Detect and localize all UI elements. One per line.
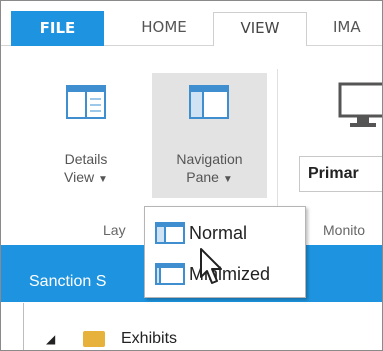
monitor-group-label: Monito bbox=[323, 222, 366, 238]
tab-home[interactable]: HOME bbox=[119, 12, 209, 44]
tab-view[interactable]: VIEW bbox=[213, 12, 307, 47]
ribbon-tabbar: FILE HOME VIEW IMA bbox=[1, 1, 382, 47]
chevron-down-icon: ▼ bbox=[222, 174, 233, 185]
menu-item-normal-label: Normal bbox=[189, 223, 248, 243]
navigation-pane-icon bbox=[189, 85, 229, 119]
monitor-select[interactable]: Primar bbox=[299, 156, 382, 192]
mouse-pointer-icon bbox=[200, 248, 222, 284]
menu-item-normal[interactable]: Normal bbox=[149, 215, 299, 251]
folder-icon bbox=[83, 331, 105, 347]
navigation-pane-label-2: Pane bbox=[186, 169, 219, 185]
panel-title: Sanction S bbox=[29, 273, 107, 290]
details-view-label-1: Details bbox=[64, 151, 108, 167]
app-window: FILE HOME VIEW IMA Details View ▼ Naviga… bbox=[0, 0, 383, 351]
navigation-pane-label-1: Navigation bbox=[176, 151, 243, 167]
details-view-icon bbox=[66, 85, 106, 119]
navigation-pane-button[interactable]: Navigation Pane ▼ bbox=[152, 73, 267, 198]
tree-panel bbox=[1, 303, 382, 350]
details-view-label-2: View bbox=[64, 169, 95, 185]
tab-image[interactable]: IMA bbox=[333, 12, 382, 44]
monitor-icon bbox=[338, 82, 382, 127]
pane-minimized-icon bbox=[155, 263, 185, 285]
tab-file[interactable]: FILE bbox=[11, 11, 104, 47]
expand-arrow-icon[interactable]: ◢ bbox=[46, 332, 55, 346]
chevron-down-icon: ▼ bbox=[98, 174, 108, 185]
tree-item-exhibits[interactable]: Exhibits bbox=[121, 330, 177, 348]
pane-normal-icon bbox=[155, 222, 185, 244]
details-view-button[interactable]: Details View ▼ bbox=[45, 76, 127, 191]
layout-group-label: Lay bbox=[103, 222, 126, 238]
tree-guide-line bbox=[23, 303, 24, 350]
